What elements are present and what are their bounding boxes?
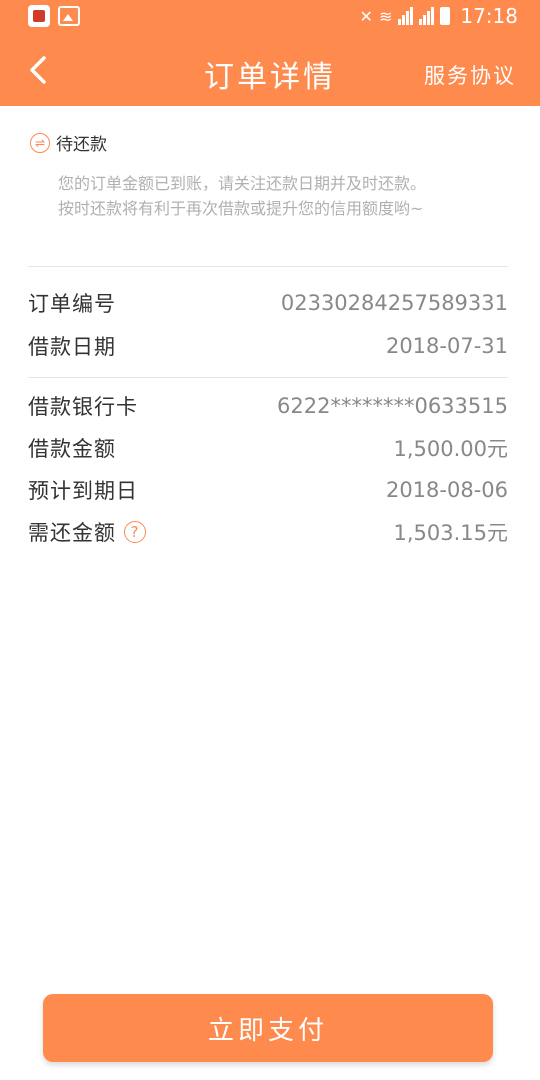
order-number-row: 订单编号 02330284257589331 <box>28 286 508 320</box>
signal-icon <box>398 7 414 25</box>
due-date-label: 预计到期日 <box>28 479 138 503</box>
signal-icon-2 <box>419 7 435 25</box>
order-number-value: 02330284257589331 <box>280 291 508 315</box>
bank-card-label: 借款银行卡 <box>28 395 138 419</box>
exchange-icon: ⇌ <box>30 132 50 153</box>
loan-amount-value: 1,500.00元 <box>393 437 508 461</box>
repay-amount-value: 1,503.15元 <box>393 521 508 545</box>
loan-amount-row: 借款金额 1,500.00元 <box>28 431 508 465</box>
status-description: 您的订单金额已到账，请关注还款日期并及时还款。按时还款将有利于再次借款或提升您的… <box>58 174 427 218</box>
loan-date-label: 借款日期 <box>28 335 116 359</box>
help-icon[interactable]: ? <box>124 521 146 543</box>
due-date-row: 预计到期日 2018-08-06 <box>28 473 508 507</box>
status-bar: ✕ ≋ 17:18 <box>0 0 540 32</box>
loan-date-row: 借款日期 2018-07-31 <box>28 329 508 363</box>
app-notification-icon <box>28 5 50 27</box>
divider <box>28 377 508 378</box>
header: ✕ ≋ 17:18 订单详情 服务协议 <box>0 0 540 106</box>
divider <box>28 266 508 267</box>
repay-amount-row: 需还金额 ? 1,503.15元 <box>28 515 508 549</box>
pay-now-button[interactable]: 立即支付 <box>43 994 493 1062</box>
image-notification-icon <box>58 6 80 26</box>
status-title: 待还款 <box>56 135 107 155</box>
order-number-label: 订单编号 <box>28 292 116 316</box>
bank-card-row: 借款银行卡 6222********0633515 <box>28 389 508 423</box>
wifi-icon: ≋ <box>378 6 393 26</box>
due-date-value: 2018-08-06 <box>385 478 508 502</box>
clock: 17:18 <box>460 4 518 28</box>
nav-bar: 订单详情 服务协议 <box>0 32 540 106</box>
loan-date-value: 2018-07-31 <box>385 334 508 358</box>
loan-amount-label: 借款金额 <box>28 437 116 461</box>
battery-icon <box>440 7 451 25</box>
mute-icon: ✕ <box>359 6 373 26</box>
service-agreement-link[interactable]: 服务协议 <box>424 60 516 90</box>
bank-card-value: 6222********0633515 <box>277 394 508 418</box>
order-status: ⇌ 待还款 您的订单金额已到账，请关注还款日期并及时还款。按时还款将有利于再次借… <box>30 130 510 221</box>
repay-amount-label: 需还金额 <box>28 521 116 545</box>
